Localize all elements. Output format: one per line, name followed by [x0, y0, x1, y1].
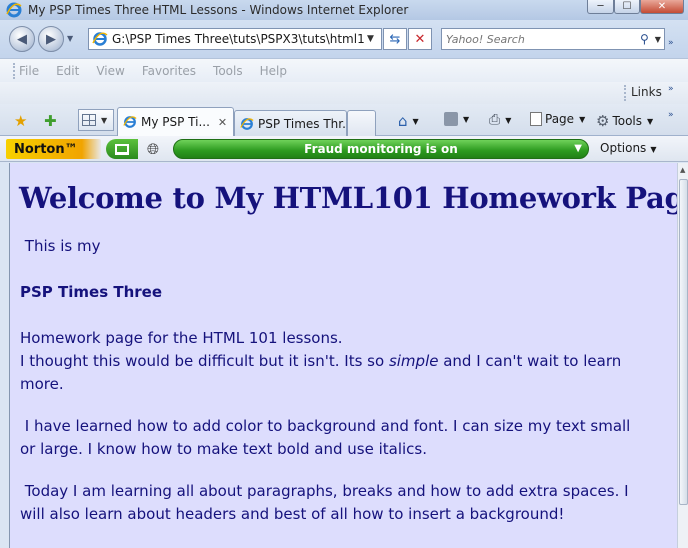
ie-page-icon [92, 32, 108, 46]
menu-bar: File Edit View Favorites Tools Help [0, 58, 688, 82]
tools-menu-button[interactable]: ⚙ Tools ▼ [596, 112, 653, 130]
quick-tabs-button[interactable]: ▼ [78, 109, 114, 131]
recent-pages-dropdown[interactable]: ▼ [67, 34, 73, 43]
back-arrow-icon: ◀ [17, 31, 27, 47]
page-heading: Welcome to My HTML101 Homework Page [19, 181, 677, 215]
search-box[interactable]: ⚲ ▼ [441, 28, 665, 50]
print-icon: ⎙ [489, 112, 501, 128]
menu-tools[interactable]: Tools [213, 64, 243, 78]
page-dropdown[interactable]: ▼ [579, 115, 585, 124]
fraud-status-text: Fraud monitoring is on [304, 142, 458, 156]
feeds-dropdown[interactable]: ▼ [463, 115, 469, 124]
homework-paragraph: Homework page for the HTML 101 lessons. … [20, 327, 640, 396]
ie-tab-icon [240, 117, 254, 130]
intro-text: This is my [20, 235, 640, 258]
simple-italic: simple [388, 352, 439, 370]
tab-label: PSP Times Thr... [258, 116, 346, 131]
links-separator [624, 85, 626, 101]
search-options-dropdown[interactable]: ▼ [655, 35, 661, 44]
stop-icon: ✕ [414, 31, 426, 47]
links-chevron-icon[interactable]: » [668, 84, 674, 94]
tab-psp-times-three[interactable]: PSP Times Thr... [234, 110, 347, 136]
tools-dropdown[interactable]: ▼ [647, 117, 653, 126]
new-tab-button[interactable] [347, 110, 376, 136]
print-dropdown[interactable]: ▼ [505, 116, 511, 125]
menu-file[interactable]: File [19, 64, 39, 78]
quick-tabs-icon [82, 114, 96, 126]
minimize-button[interactable]: ─ [587, 0, 614, 14]
menu-favorites[interactable]: Favorites [142, 64, 196, 78]
page-content: Welcome to My HTML101 Homework Page This… [9, 163, 677, 548]
intro-line: This is my [24, 237, 101, 255]
difficult-before: I thought this would be difficult but it… [20, 352, 389, 370]
home-button[interactable]: ⌂ ▼ [398, 112, 419, 130]
page-icon [530, 112, 542, 126]
stop-button[interactable]: ✕ [408, 28, 432, 50]
fraud-monitoring-status[interactable]: Fraud monitoring is on ▼ [173, 139, 589, 159]
home-dropdown[interactable]: ▼ [413, 117, 419, 126]
globe-icon[interactable]: 🌐︎ [142, 139, 164, 159]
search-input[interactable] [446, 32, 636, 46]
norton-logo[interactable]: Norton™ [6, 139, 101, 159]
add-favorites-icon[interactable]: ✚ [44, 112, 57, 130]
address-bar[interactable]: G:\PSP Times Three\tuts\PSPX3\tuts\html1… [88, 28, 382, 50]
tab-row: ★ ✚ ▼ My PSP Ti... ✕ PSP Times Thr... ⌂ … [0, 104, 688, 136]
maximize-button[interactable]: ☐ [614, 0, 640, 14]
forward-arrow-icon: ▶ [46, 31, 56, 47]
ie-tab-icon [123, 116, 137, 128]
feeds-button[interactable]: ▼ [444, 112, 469, 126]
tools-menu-label: Tools [612, 114, 643, 128]
scroll-thumb[interactable] [679, 179, 688, 505]
refresh-button[interactable]: ⇆ [383, 28, 407, 50]
ie-logo-icon [6, 2, 22, 18]
norton-options-button[interactable]: Options ▼ [600, 141, 656, 155]
forward-button[interactable]: ▶ [38, 26, 64, 52]
back-button[interactable]: ◀ [9, 26, 35, 52]
scroll-up-icon[interactable]: ▲ [680, 166, 685, 174]
home-icon: ⌂ [398, 112, 408, 130]
tab-my-psp[interactable]: My PSP Ti... ✕ [117, 107, 234, 136]
menu-view[interactable]: View [96, 64, 124, 78]
colors-text: I have learned how to add color to backg… [20, 417, 631, 458]
homework-line: Homework page for the HTML 101 lessons. [20, 329, 343, 347]
fraud-dropdown-icon[interactable]: ▼ [574, 143, 582, 154]
norton-toolbar: Norton™ 🌐︎ Fraud monitoring is on ▼ Opti… [0, 136, 688, 162]
site-name-text: PSP Times Three [20, 283, 162, 301]
options-label: Options [600, 141, 647, 155]
options-dropdown-icon: ▼ [650, 145, 657, 154]
links-button[interactable]: Links [631, 85, 662, 99]
menu-help[interactable]: Help [260, 64, 287, 78]
today-paragraph: Today I am learning all about paragraphs… [20, 480, 640, 526]
today-text: Today I am learning all about paragraphs… [20, 482, 629, 523]
search-icon[interactable]: ⚲ [640, 32, 649, 46]
address-dropdown-icon[interactable]: ▼ [367, 34, 374, 44]
commands-chevron-icon[interactable]: » [668, 110, 674, 120]
chevron-right-icon[interactable]: » [668, 38, 674, 48]
print-button[interactable]: ⎙ ▼ [489, 112, 511, 128]
links-bar: Links » [0, 82, 688, 104]
tab-label: My PSP Ti... [141, 115, 210, 129]
colors-paragraph: I have learned how to add color to backg… [20, 415, 640, 461]
feeds-icon [444, 112, 458, 126]
norton-monitor-button[interactable] [106, 139, 138, 159]
menu-edit[interactable]: Edit [56, 64, 79, 78]
vertical-scrollbar[interactable]: ▲ [677, 163, 688, 548]
monitor-icon [115, 143, 129, 155]
tab-list-dropdown[interactable]: ▼ [101, 116, 107, 125]
url-text[interactable]: G:\PSP Times Three\tuts\PSPX3\tuts\html1… [112, 32, 364, 46]
title-bar: My PSP Times Three HTML Lessons - Window… [0, 0, 688, 20]
page-menu-label: Page [545, 112, 575, 126]
close-tab-icon[interactable]: ✕ [218, 116, 227, 129]
gear-icon: ⚙ [596, 112, 610, 130]
refresh-icon: ⇆ [389, 31, 401, 47]
favorites-star-icon[interactable]: ★ [14, 112, 27, 130]
close-window-button[interactable]: ✕ [640, 0, 684, 14]
window-title: My PSP Times Three HTML Lessons - Window… [28, 3, 409, 17]
address-toolbar: ◀ ▶ ▼ G:\PSP Times Three\tuts\PSPX3\tuts… [0, 20, 688, 58]
page-menu-button[interactable]: Page ▼ [530, 112, 585, 126]
